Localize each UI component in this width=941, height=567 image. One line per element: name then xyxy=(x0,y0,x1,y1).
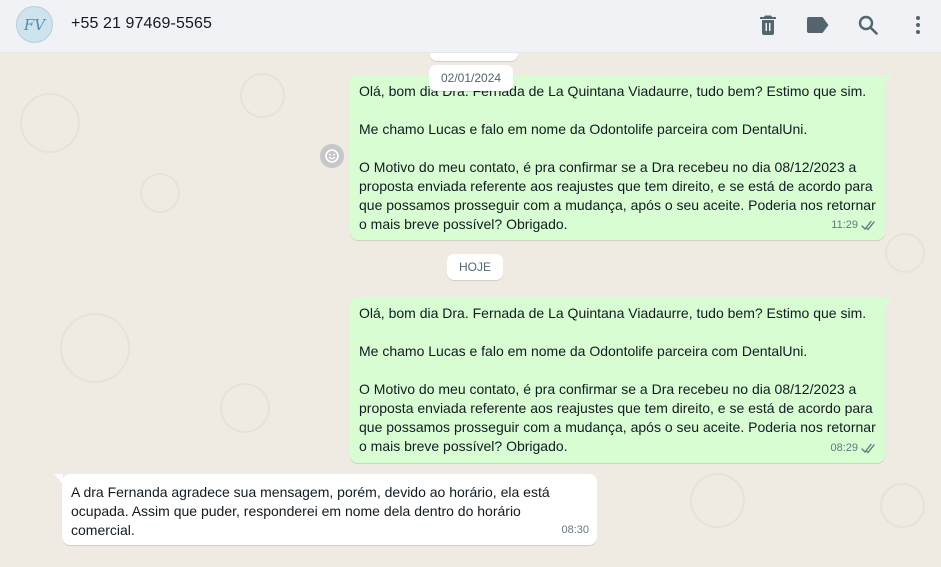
wallpaper-doodle xyxy=(60,313,130,383)
avatar-initials: FV xyxy=(23,15,46,34)
message-meta: 11:29 xyxy=(831,216,877,235)
emoji-reaction-icon[interactable] xyxy=(320,144,344,168)
message-meta: 08:30 xyxy=(561,521,589,540)
message-bubble-outgoing[interactable]: Olá, bom dia Dra. Fernada de La Quintana… xyxy=(350,297,893,463)
double-check-icon xyxy=(861,443,875,454)
date-divider-today: HOJE xyxy=(447,254,504,280)
bubble-tail xyxy=(884,297,893,307)
message-time: 08:29 xyxy=(830,442,858,454)
message-bubble-incoming[interactable]: A dra Fernanda agradece sua mensagem, po… xyxy=(54,474,597,545)
label-icon[interactable] xyxy=(805,12,831,38)
bubble-tail xyxy=(54,474,63,484)
wallpaper-doodle xyxy=(240,73,285,118)
menu-icon[interactable] xyxy=(905,12,931,38)
wallpaper-doodle xyxy=(690,473,745,528)
wallpaper-doodle xyxy=(20,93,80,153)
wallpaper-doodle xyxy=(140,173,180,213)
wallpaper-doodle xyxy=(220,383,270,433)
contact-name[interactable]: +55 21 97469-5565 xyxy=(71,15,212,33)
date-divider-partial xyxy=(430,53,518,61)
chat-area[interactable]: Olá, bom dia Dra. Fernada de La Quintana… xyxy=(0,53,941,567)
wallpaper-doodle xyxy=(885,233,925,273)
message-time: 08:30 xyxy=(561,524,589,536)
bubble-tail xyxy=(884,75,893,85)
message-bubble-outgoing[interactable]: Olá, bom dia Dra. Fernada de La Quintana… xyxy=(350,75,893,240)
message-time: 11:29 xyxy=(831,219,858,231)
delete-icon[interactable] xyxy=(755,12,781,38)
date-divider-sticky: 02/01/2024 xyxy=(429,65,514,91)
message-text: Olá, bom dia Dra. Fernada de La Quintana… xyxy=(359,83,876,232)
double-check-icon xyxy=(861,220,875,231)
message-text: Olá, bom dia Dra. Fernada de La Quintana… xyxy=(359,305,876,454)
message-text: A dra Fernanda agradece sua mensagem, po… xyxy=(71,484,550,538)
contact-avatar[interactable]: FV xyxy=(16,6,53,43)
wallpaper-doodle xyxy=(880,483,925,528)
search-icon[interactable] xyxy=(855,12,881,38)
message-meta: 08:29 xyxy=(830,439,877,458)
chat-header: FV +55 21 97469-5565 xyxy=(0,0,941,53)
